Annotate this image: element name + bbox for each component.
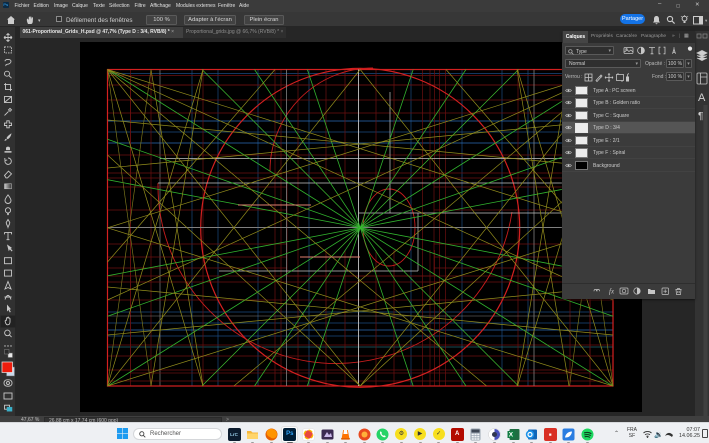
svg-text:X: X [508, 431, 513, 438]
svg-text:A: A [698, 92, 706, 104]
svg-text:🔉: 🔉 [654, 430, 663, 438]
svg-text:fx: fx [609, 288, 615, 296]
svg-text:¶: ¶ [698, 111, 703, 122]
